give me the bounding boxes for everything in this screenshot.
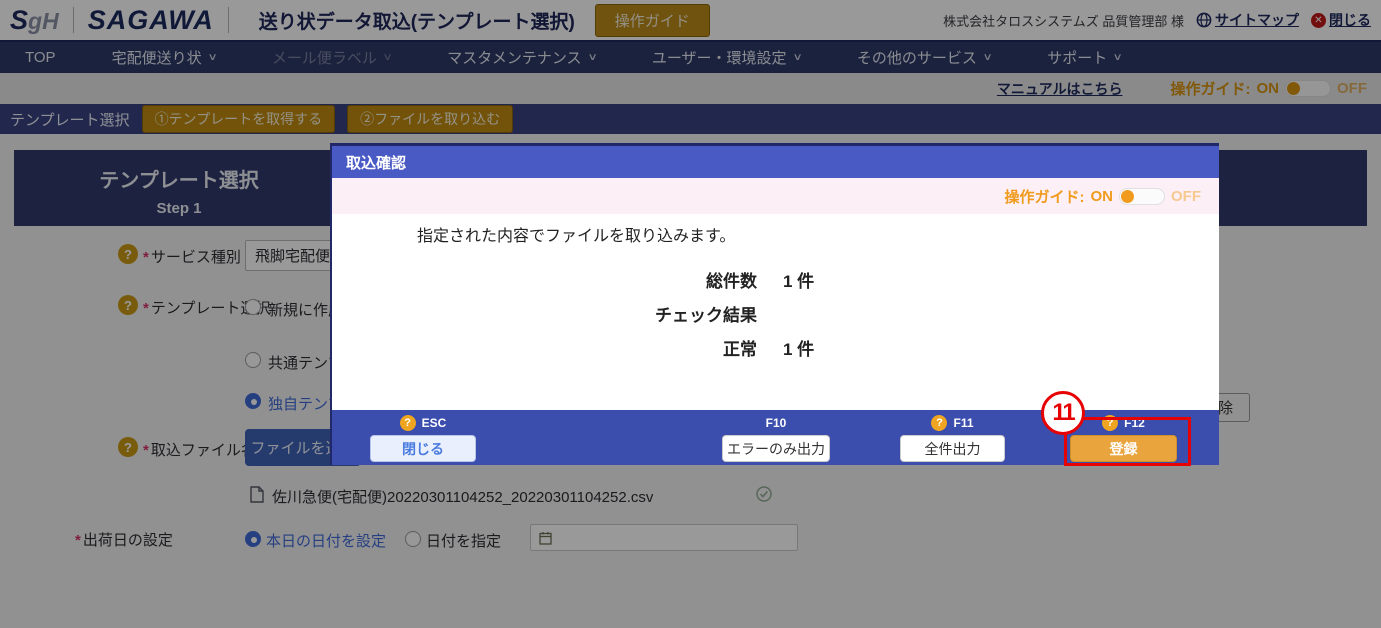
import-confirm-dialog: 取込確認 操作ガイド: ON OFF 指定された内容でファイルを取り込みます。 … [330,143,1219,465]
dialog-title: 取込確認 [332,146,1219,178]
dialog-footer: ? ESC 閉じる F10 エラーのみ出力 ? F11 全件出力 ? F12 登… [332,410,1219,465]
import-stats: 総件数 1 件 チェック結果 正常 1 件 [332,262,1219,364]
dialog-guide-toggle: 操作ガイド: ON OFF [1004,187,1201,206]
key-label-esc: ? ESC [370,414,476,432]
toggle-knob [1121,189,1134,203]
all-output-group: ? F11 全件出力 [900,414,1005,462]
app-window: SgH SAGAWA 送り状データ取込(テンプレート選択) 操作ガイド 株式会社… [0,0,1381,628]
dialog-close-button[interactable]: 閉じる [370,435,476,462]
stat-row-check-result: チェック結果 [655,305,757,325]
dialog-body: 指定された内容でファイルを取り込みます。 総件数 1 件 チェック結果 正常 1… [332,214,1219,410]
help-icon[interactable]: ? [399,415,416,431]
close-group: ? ESC 閉じる [370,414,476,462]
help-icon[interactable]: ? [1102,415,1119,431]
stat-row-total: 総件数 1 件 [706,271,815,291]
help-icon[interactable]: ? [931,415,948,431]
key-label-f12: ? F12 [1070,414,1177,432]
key-label-f10: F10 [765,416,787,430]
all-output-button[interactable]: 全件出力 [900,435,1005,462]
register-group: ? F12 登録 [1070,414,1177,462]
errors-only-output-button[interactable]: エラーのみ出力 [722,435,830,462]
register-button[interactable]: 登録 [1070,435,1177,462]
key-label-f11: ? F11 [900,414,1005,432]
dialog-guide-toggle-switch[interactable] [1119,187,1165,205]
dialog-message: 指定された内容でファイルを取り込みます。 [417,228,736,245]
errors-only-group: F10 エラーのみ出力 [722,414,830,462]
dialog-guide-strip: 操作ガイド: ON OFF [332,178,1219,214]
stat-row-normal: 正常 1 件 [723,339,815,359]
